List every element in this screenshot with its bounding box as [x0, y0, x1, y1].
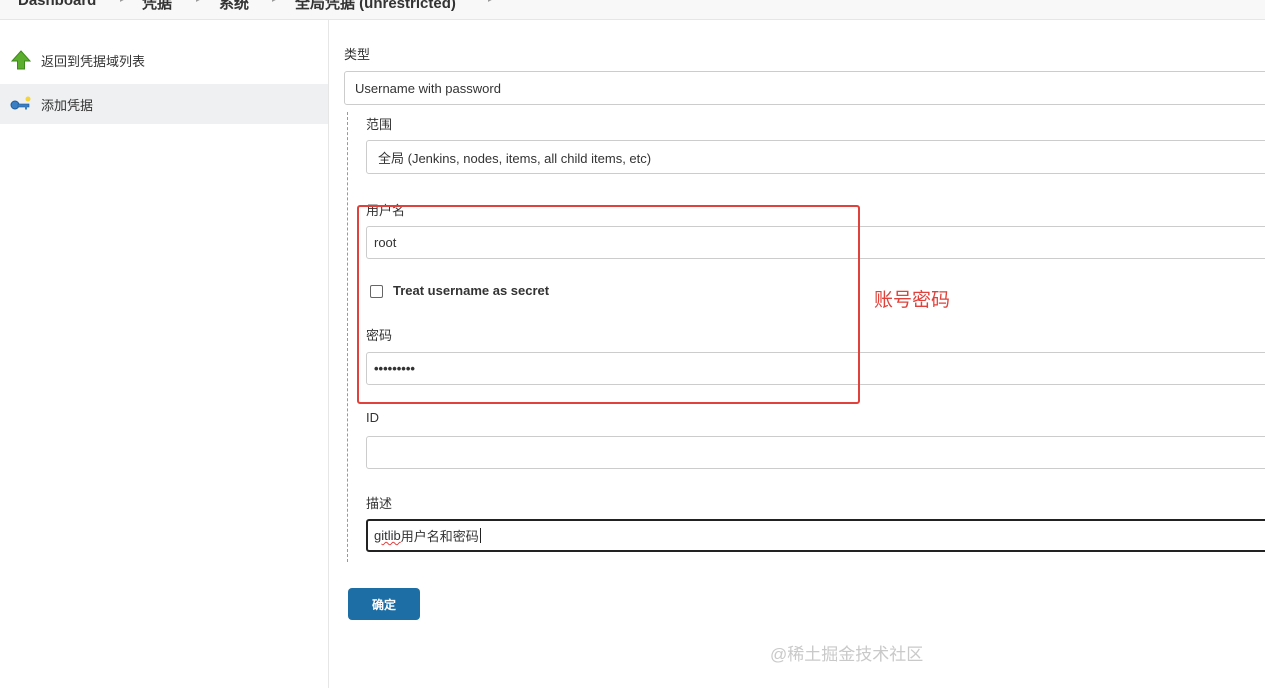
breadcrumb-credentials[interactable]: 凭据: [142, 0, 172, 13]
breadcrumb: Dashboard ▸ 凭据 ▸ 系统 ▸ 全局凭据 (unrestricted…: [0, 0, 1265, 20]
description-input[interactable]: gitlib 用户名和密码: [366, 519, 1265, 552]
breadcrumb-separator: ▸: [488, 0, 493, 5]
sidebar-item-add-credentials[interactable]: 添加凭据: [0, 84, 328, 124]
description-label: 描述: [366, 496, 393, 511]
description-value-spellcheck: gitlib: [374, 528, 401, 543]
sidebar: 返回到凭据域列表 添加凭据: [0, 20, 329, 688]
watermark: @稀土掘金技术社区: [770, 645, 924, 664]
annotation-highlight-box: [357, 205, 860, 404]
breadcrumb-separator: ▸: [196, 0, 201, 5]
sidebar-item-label: 返回到凭据域列表: [41, 53, 146, 69]
breadcrumb-separator: ▸: [272, 0, 277, 5]
sidebar-item-back-to-domains[interactable]: 返回到凭据域列表: [0, 40, 328, 80]
breadcrumb-separator: ▸: [120, 0, 125, 5]
submit-button[interactable]: 确定: [348, 588, 420, 620]
key-icon: [10, 93, 32, 115]
credential-form: 类型 Username with password 范围 全局 (Jenkins…: [329, 20, 1265, 688]
kind-label: 类型: [344, 47, 371, 62]
breadcrumb-dashboard[interactable]: Dashboard: [18, 0, 96, 9]
description-value: 用户名和密码: [400, 529, 479, 544]
text-caret: [479, 528, 481, 543]
scope-label: 范围: [366, 117, 393, 132]
breadcrumb-system[interactable]: 系统: [219, 0, 249, 13]
id-label: ID: [366, 410, 379, 425]
kind-select[interactable]: Username with password: [344, 71, 1265, 105]
scope-select[interactable]: 全局 (Jenkins, nodes, items, all child ite…: [366, 140, 1265, 174]
id-input[interactable]: [366, 436, 1265, 469]
breadcrumb-global-credentials[interactable]: 全局凭据 (unrestricted): [295, 0, 456, 13]
nested-section-divider: [347, 112, 348, 562]
sidebar-item-label: 添加凭据: [41, 97, 94, 113]
annotation-note: 账号密码: [874, 290, 951, 311]
up-arrow-icon: [10, 49, 32, 71]
